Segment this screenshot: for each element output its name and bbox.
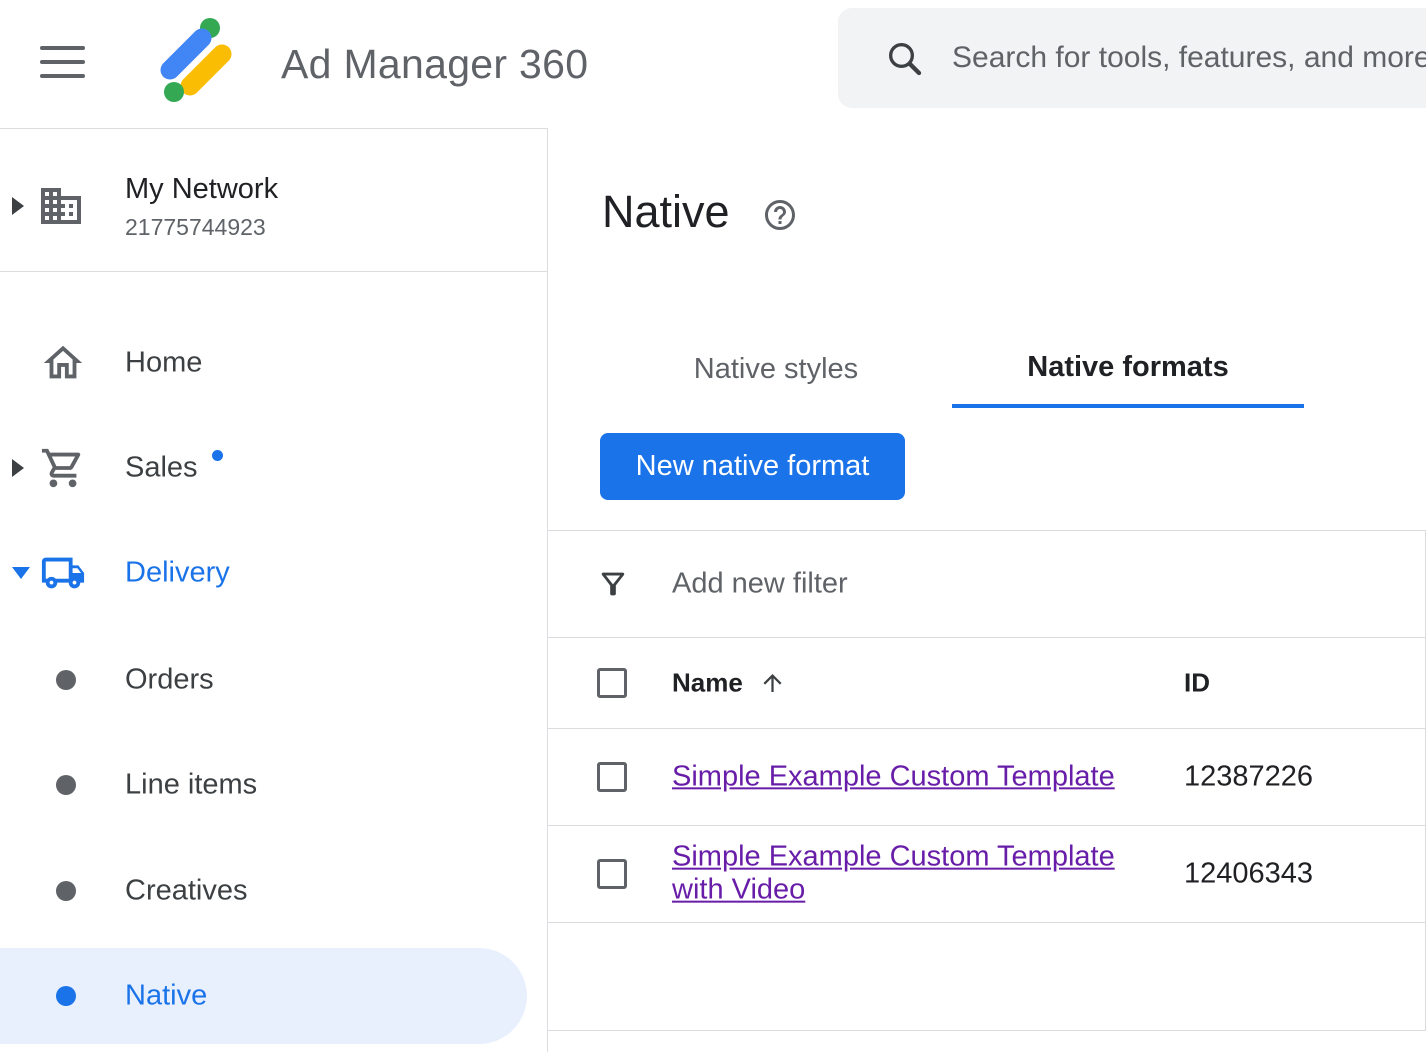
bullet-icon [56, 986, 76, 1006]
sidebar-item-sales[interactable]: Sales [0, 420, 527, 516]
divider [0, 271, 547, 272]
native-formats-table: Add new filter Name ID Simple Example Cu… [548, 530, 1426, 1031]
sidebar-item-label: Delivery [125, 557, 230, 590]
filter-bar: Add new filter [548, 531, 1425, 638]
sidebar-item-label: Orders [125, 664, 214, 697]
truck-icon [40, 550, 86, 596]
search-input[interactable] [950, 40, 1426, 76]
sidebar: My Network 21775744923 Home Sales Delive… [0, 128, 548, 1052]
add-new-filter-button[interactable]: Add new filter [672, 568, 848, 601]
sidebar-item-orders[interactable]: Orders [0, 632, 527, 728]
top-app-bar: Ad Manager 360 [0, 0, 1426, 128]
table-row: Simple Example Custom Template with Vide… [548, 826, 1425, 923]
bullet-icon [56, 775, 76, 795]
sort-ascending-icon[interactable] [759, 670, 786, 697]
sidebar-item-label: Line items [125, 769, 257, 802]
tab-bar: Native styles Native formats [600, 330, 1304, 408]
bullet-icon [56, 670, 76, 690]
sidebar-item-label: Sales [125, 452, 198, 485]
menu-bar [40, 60, 85, 64]
sidebar-item-label: Home [125, 347, 202, 380]
shopping-cart-icon [40, 445, 86, 491]
sidebar-item-label: Native [125, 980, 207, 1013]
triangle-right-icon[interactable] [12, 197, 24, 215]
menu-icon[interactable] [40, 46, 85, 78]
menu-bar [40, 74, 85, 78]
table-row: Simple Example Custom Template 12387226 [548, 729, 1425, 826]
triangle-right-icon[interactable] [12, 459, 24, 477]
network-name: My Network [125, 173, 278, 206]
tab-label: Native styles [694, 353, 858, 386]
help-icon[interactable] [762, 197, 798, 233]
page-title: Native [602, 186, 730, 238]
filter-funnel-icon[interactable] [596, 567, 630, 601]
sidebar-item-line-items[interactable]: Line items [0, 737, 527, 833]
row-id: 12406343 [1184, 858, 1313, 891]
bullet-icon [56, 881, 76, 901]
network-info: My Network 21775744923 [125, 173, 278, 241]
native-format-link[interactable]: Simple Example Custom Template with Vide… [672, 841, 1138, 908]
row-id: 12387226 [1184, 761, 1313, 794]
ad-manager-logo-icon [148, 14, 244, 110]
tab-native-formats[interactable]: Native formats [952, 330, 1304, 408]
menu-bar [40, 46, 85, 50]
sidebar-item-native[interactable]: Native [0, 948, 527, 1044]
id-column-header: ID [1184, 668, 1210, 699]
tab-native-styles[interactable]: Native styles [600, 330, 952, 408]
sidebar-item-label: Creatives [125, 875, 248, 908]
select-all-checkbox[interactable] [597, 668, 627, 698]
table-header-row: Name ID [548, 638, 1425, 729]
tab-label: Native formats [1027, 351, 1228, 384]
building-icon [37, 182, 85, 230]
row-checkbox[interactable] [597, 859, 627, 889]
network-selector[interactable]: My Network 21775744923 [0, 157, 547, 257]
sidebar-item-creatives[interactable]: Creatives [0, 843, 527, 939]
search-icon [884, 38, 924, 78]
column-label-name: Name [672, 668, 743, 699]
global-search[interactable] [838, 8, 1426, 108]
network-id: 21775744923 [125, 214, 278, 241]
native-format-link[interactable]: Simple Example Custom Template [672, 760, 1115, 793]
table-empty-space [548, 923, 1425, 1031]
product-title: Ad Manager 360 [281, 0, 588, 128]
main-content: Native Native styles Native formats New … [548, 128, 1426, 1052]
triangle-down-icon[interactable] [12, 567, 30, 579]
sidebar-item-delivery[interactable]: Delivery [0, 525, 527, 621]
notification-dot [212, 450, 223, 461]
row-checkbox[interactable] [597, 762, 627, 792]
new-native-format-button[interactable]: New native format [600, 433, 905, 500]
sidebar-item-home[interactable]: Home [0, 315, 527, 411]
home-icon [40, 340, 86, 386]
name-column-header[interactable]: Name [672, 668, 786, 699]
